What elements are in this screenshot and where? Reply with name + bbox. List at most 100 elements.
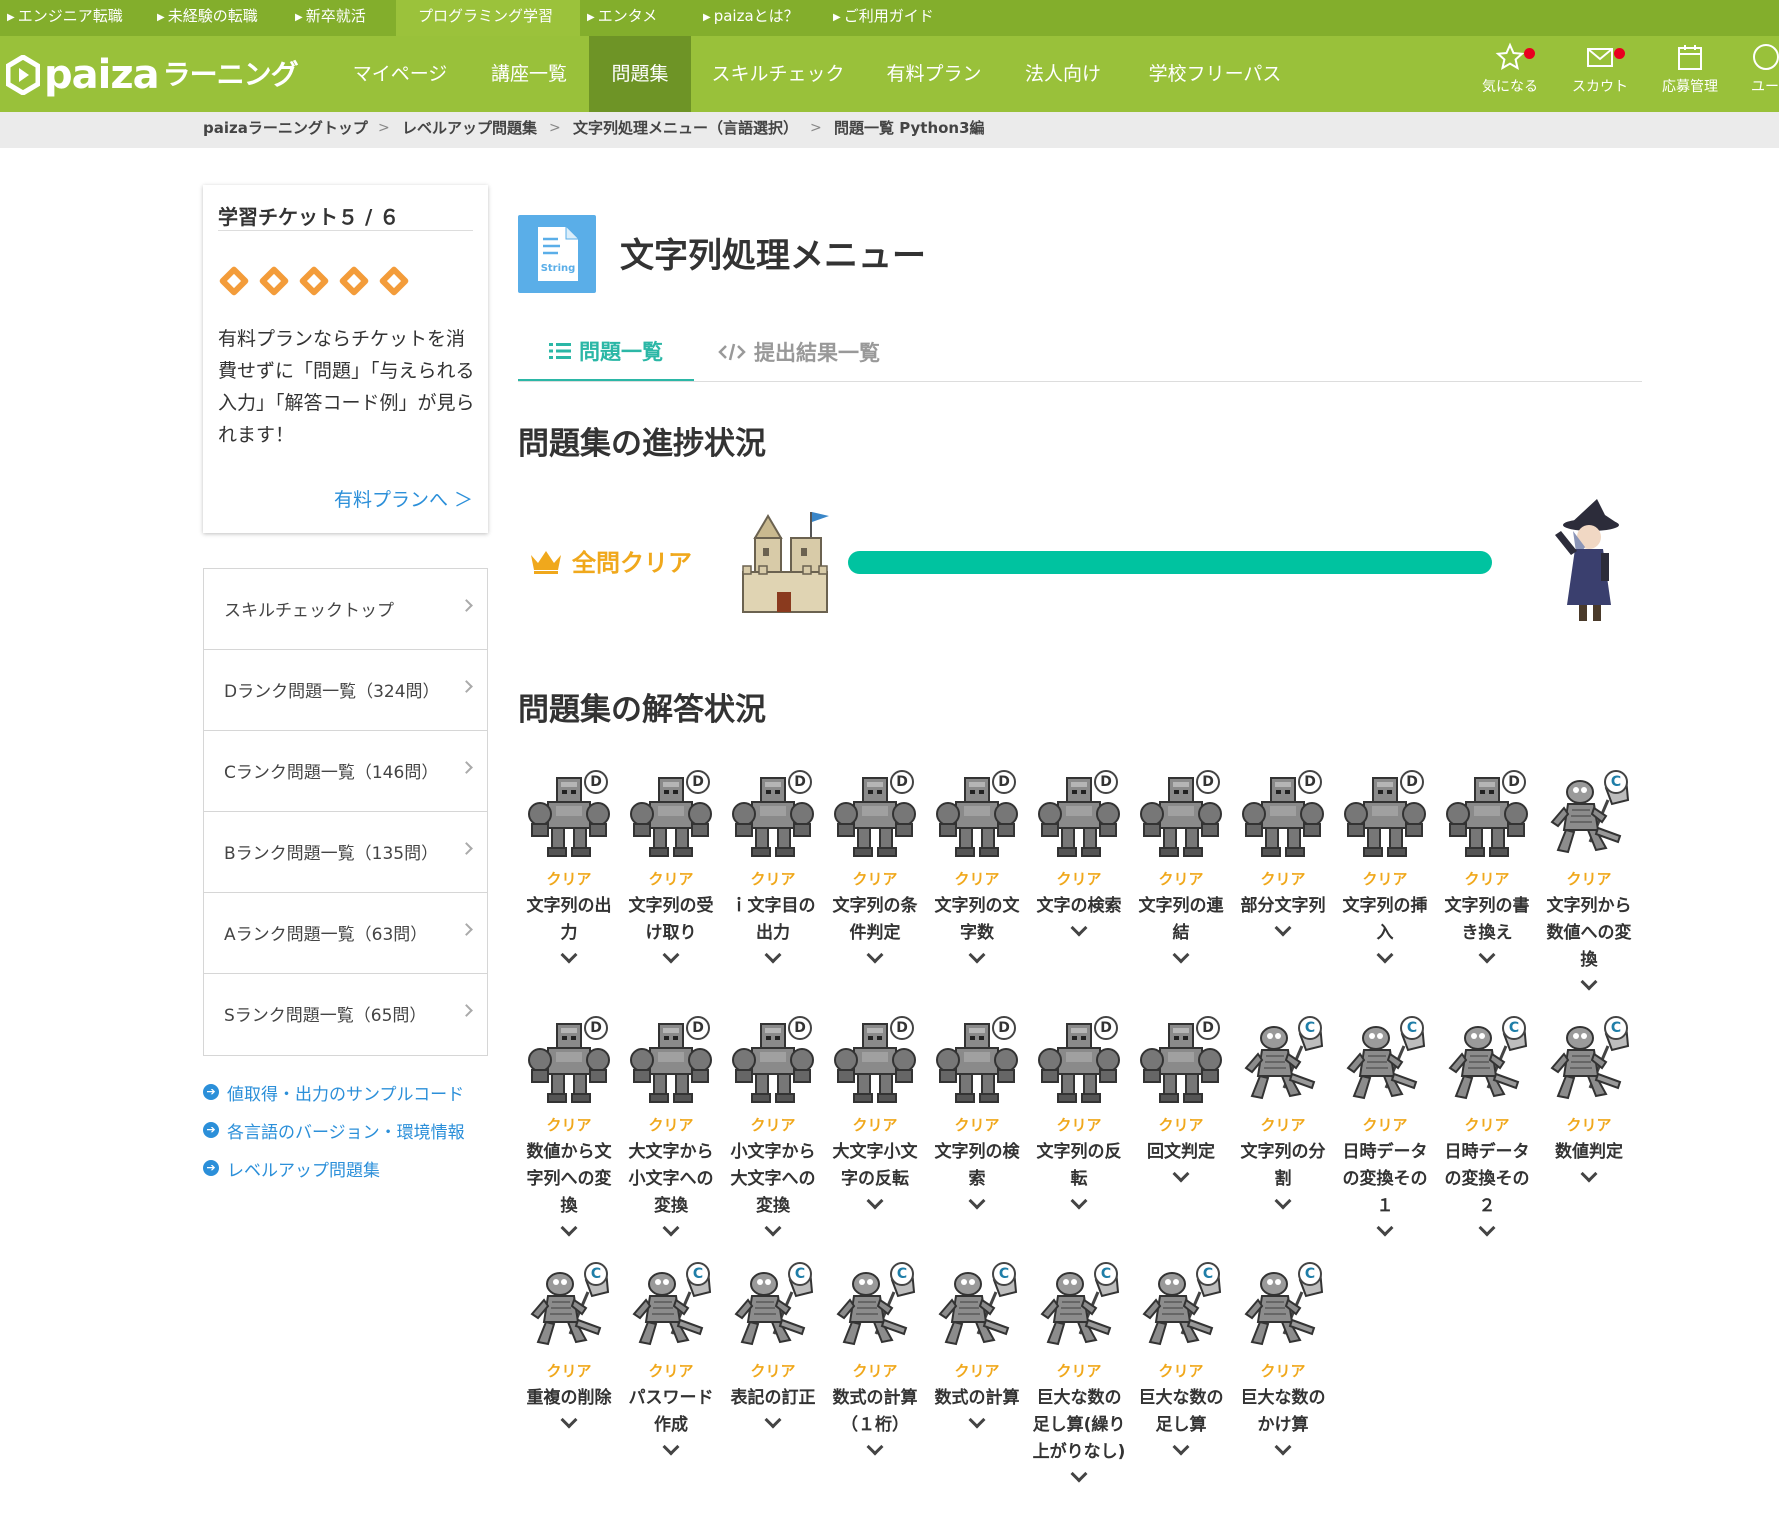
problem-card[interactable]: C クリア 文字列の分割: [1232, 1016, 1334, 1210]
problem-card[interactable]: D クリア 文字の検索: [1028, 770, 1130, 937]
breadcrumb-levelup[interactable]: レベルアップ問題集: [402, 112, 537, 144]
problem-title[interactable]: 文字列の書き換え: [1439, 893, 1535, 947]
problem-title[interactable]: 文字列の文字数: [929, 893, 1025, 947]
problem-card[interactable]: D クリア 大文字から小文字への変換: [620, 1016, 722, 1237]
problem-card[interactable]: C クリア 日時データの変換その１: [1334, 1016, 1436, 1237]
problem-card[interactable]: C クリア 重複の削除: [518, 1262, 620, 1429]
chevron-down-icon[interactable]: [866, 1438, 884, 1456]
problem-card[interactable]: D クリア 文字列の出力: [518, 770, 620, 964]
problem-card[interactable]: C クリア 表記の訂正: [722, 1262, 824, 1429]
side-link[interactable]: ➔ レベルアップ問題集: [203, 1149, 465, 1187]
problem-card[interactable]: D クリア 文字列の反転: [1028, 1016, 1130, 1210]
chevron-down-icon[interactable]: [1070, 1192, 1088, 1210]
side-link[interactable]: ➔ 値取得・出力のサンプルコード: [203, 1073, 465, 1111]
problem-card[interactable]: D クリア 文字列の条件判定: [824, 770, 926, 964]
problem-title[interactable]: 文字列から数値への変換: [1541, 893, 1637, 974]
chevron-down-icon[interactable]: [1070, 919, 1088, 937]
breadcrumb-string-menu[interactable]: 文字列処理メニュー（言語選択）: [573, 112, 798, 144]
problem-card[interactable]: C クリア 数式の計算: [926, 1262, 1028, 1429]
chevron-down-icon[interactable]: [1172, 946, 1190, 964]
chevron-down-icon[interactable]: [560, 946, 578, 964]
problem-title[interactable]: 文字列の挿入: [1337, 893, 1433, 947]
problem-card[interactable]: D クリア 数値から文字列への変換: [518, 1016, 620, 1237]
problem-title[interactable]: 大文字から小文字への変換: [623, 1139, 719, 1220]
side-menu-item[interactable]: スキルチェックトップ: [204, 569, 487, 650]
problem-card[interactable]: D クリア 大文字小文字の反転: [824, 1016, 926, 1210]
chevron-down-icon[interactable]: [866, 946, 884, 964]
problem-card[interactable]: C クリア 数式の計算（１桁）: [824, 1262, 926, 1456]
problem-card[interactable]: D クリア 文字列の書き換え: [1436, 770, 1538, 964]
problem-card[interactable]: C クリア 数値判定: [1538, 1016, 1640, 1183]
problem-card[interactable]: C クリア 文字列から数値への変換: [1538, 770, 1640, 991]
chevron-down-icon[interactable]: [1376, 1219, 1394, 1237]
problem-title[interactable]: パスワード作成: [623, 1385, 719, 1439]
problem-title[interactable]: 部分文字列: [1235, 893, 1331, 920]
problem-title[interactable]: 表記の訂正: [725, 1385, 821, 1412]
problem-card[interactable]: D クリア 文字列の連結: [1130, 770, 1232, 964]
problem-title[interactable]: 数式の計算: [929, 1385, 1025, 1412]
problem-title[interactable]: 文字の検索: [1031, 893, 1127, 920]
chevron-down-icon[interactable]: [1172, 1165, 1190, 1183]
chevron-down-icon[interactable]: [968, 1192, 986, 1210]
chevron-down-icon[interactable]: [764, 946, 782, 964]
chevron-down-icon[interactable]: [560, 1411, 578, 1429]
problem-title[interactable]: 巨大な数のかけ算: [1235, 1385, 1331, 1439]
problem-card[interactable]: D クリア 文字列の検索: [926, 1016, 1028, 1210]
problem-card[interactable]: D クリア 文字列の挿入: [1334, 770, 1436, 964]
chevron-down-icon[interactable]: [764, 1219, 782, 1237]
chevron-down-icon[interactable]: [662, 1219, 680, 1237]
problem-title[interactable]: 文字列の連結: [1133, 893, 1229, 947]
chevron-down-icon[interactable]: [1376, 946, 1394, 964]
top-link-inexperienced-career[interactable]: ▶ 未経験の転職: [150, 0, 288, 36]
problem-card[interactable]: D クリア 文字列の文字数: [926, 770, 1028, 964]
problem-title[interactable]: 巨大な数の足し算: [1133, 1385, 1229, 1439]
problem-title[interactable]: 重複の削除: [521, 1385, 617, 1412]
favorites-button[interactable]: 気になる: [1470, 42, 1550, 96]
paid-plan-link[interactable]: 有料プランへ ＞: [334, 485, 473, 512]
side-menu-item[interactable]: Cランク問題一覧（146問）: [204, 731, 487, 812]
top-link-engineer-career[interactable]: ▶ エンジニア転職: [0, 0, 150, 36]
side-link[interactable]: ➔ 各言語のバージョン・環境情報: [203, 1111, 465, 1149]
problem-title[interactable]: 数値から文字列への変換: [521, 1139, 617, 1220]
problem-card[interactable]: D クリア 部分文字列: [1232, 770, 1334, 937]
scout-button[interactable]: スカウト: [1560, 42, 1640, 96]
chevron-down-icon[interactable]: [866, 1192, 884, 1210]
problem-title[interactable]: 数値判定: [1541, 1139, 1637, 1166]
problem-title[interactable]: 文字列の分割: [1235, 1139, 1331, 1193]
problem-title[interactable]: 日時データの変換その１: [1337, 1139, 1433, 1220]
problem-title[interactable]: 回文判定: [1133, 1139, 1229, 1166]
problem-card[interactable]: C クリア パスワード作成: [620, 1262, 722, 1456]
problem-card[interactable]: D クリア ｉ文字目の出力: [722, 770, 824, 964]
problem-title[interactable]: 大文字小文字の反転: [827, 1139, 923, 1193]
problem-title[interactable]: 文字列の検索: [929, 1139, 1025, 1193]
problem-title[interactable]: 文字列の受け取り: [623, 893, 719, 947]
chevron-down-icon[interactable]: [662, 1438, 680, 1456]
problem-title[interactable]: 文字列の出力: [521, 893, 617, 947]
side-menu-item[interactable]: Dランク問題一覧（324問）: [204, 650, 487, 731]
problem-card[interactable]: C クリア 巨大な数のかけ算: [1232, 1262, 1334, 1456]
chevron-down-icon[interactable]: [968, 946, 986, 964]
problem-card[interactable]: D クリア 小文字から大文字への変換: [722, 1016, 824, 1237]
top-link-guide[interactable]: ▶ ご利用ガイド: [826, 0, 966, 36]
problem-title[interactable]: 小文字から大文字への変換: [725, 1139, 821, 1220]
user-menu-button[interactable]: ユー: [1739, 42, 1779, 96]
problem-card[interactable]: D クリア 回文判定: [1130, 1016, 1232, 1183]
chevron-down-icon[interactable]: [1274, 1192, 1292, 1210]
problem-title[interactable]: 数式の計算（１桁）: [827, 1385, 923, 1439]
problem-title[interactable]: 日時データの変換その２: [1439, 1139, 1535, 1220]
chevron-down-icon[interactable]: [662, 946, 680, 964]
top-link-about-paiza[interactable]: ▶ paizaとは？: [696, 0, 826, 36]
chevron-down-icon[interactable]: [1478, 946, 1496, 964]
problem-card[interactable]: C クリア 巨大な数の足し算(繰り上がりなし): [1028, 1262, 1130, 1483]
nav-school-free-pass[interactable]: 学校フリーパス: [1130, 36, 1300, 112]
nav-mypage[interactable]: マイページ: [336, 36, 464, 112]
top-link-programming-learning[interactable]: プログラミング学習: [396, 0, 580, 36]
chevron-down-icon[interactable]: [1274, 1438, 1292, 1456]
problem-card[interactable]: C クリア 日時データの変換その２: [1436, 1016, 1538, 1237]
side-menu-item[interactable]: Sランク問題一覧（65問）: [204, 974, 487, 1055]
problem-title[interactable]: 巨大な数の足し算(繰り上がりなし): [1031, 1385, 1127, 1466]
breadcrumb-home[interactable]: paizaラーニングトップ: [203, 112, 368, 144]
problem-card[interactable]: C クリア 巨大な数の足し算: [1130, 1262, 1232, 1456]
top-link-entertainment[interactable]: ▶ エンタメ: [580, 0, 686, 36]
nav-problem-sets[interactable]: 問題集: [589, 36, 691, 112]
